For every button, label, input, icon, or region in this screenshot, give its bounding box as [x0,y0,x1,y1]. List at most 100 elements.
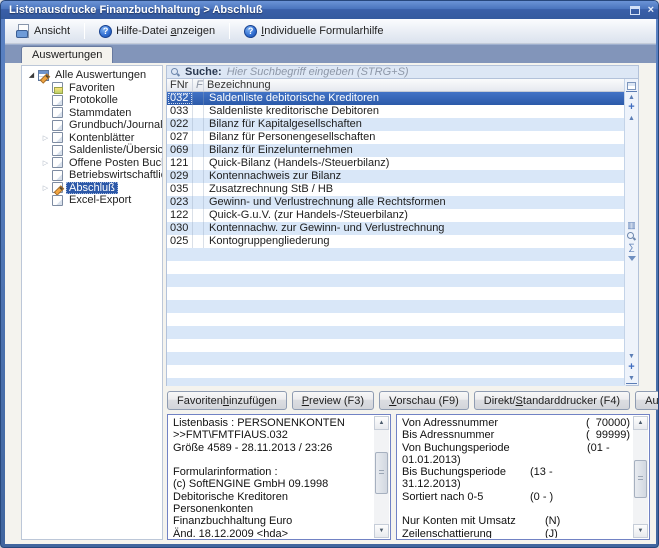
scroll-thumb[interactable] [375,452,388,494]
append-row-icon[interactable] [626,362,637,373]
table-row[interactable]: 122Quick-G.u.V. (zur Handels-/Steuerbila… [167,209,626,222]
toolbar-separator [84,23,85,39]
table-row[interactable]: 030Kontennachw. zur Gewinn- und Verlustr… [167,222,626,235]
sidebar-item-stammdaten[interactable]: Stammdaten [22,107,162,120]
auswertung-drucken-button[interactable]: Auswertung drucken [635,391,659,410]
form-info-text: Listenbasis : PERSONENKONTEN >>FMT\FMTFI… [173,417,373,538]
view-icon [16,24,30,38]
column-header-f[interactable]: F [193,79,204,91]
grid-scroll-strip [624,79,638,385]
help-icon [99,25,112,38]
sidebar-item-saldenliste-uebersicht[interactable]: Saldenliste/Übersicht [22,144,162,157]
restore-icon[interactable] [630,6,640,15]
document-edit-icon [52,182,63,193]
report-options-text: Von Adressnummer( 70000) Bis Adressnumme… [402,417,632,538]
table-row[interactable]: 035Zusatzrechnung StB / HB [167,183,626,196]
scroll-last-icon[interactable] [626,373,637,384]
column-header-fnr[interactable]: FNr [167,79,193,91]
expander-icon[interactable] [40,159,51,167]
main-area: Suche: Hier Suchbegriff eingeben (STRG+S… [166,65,650,540]
table-row[interactable]: 023Gewinn- und Verlustrechnung alle Rech… [167,196,626,209]
search-input[interactable]: Hier Suchbegriff eingeben (STRG+S) [227,66,409,78]
table-row[interactable]: 033Saldenliste kreditorische Debitoren [167,105,626,118]
add-row-icon[interactable] [626,102,637,113]
table-row[interactable]: 121Quick-Bilanz (Handels-/Steuerbilanz) [167,157,626,170]
document-icon [52,170,63,181]
scroll-down-icon[interactable] [374,524,389,538]
document-icon [52,120,63,131]
document-icon [52,145,63,156]
page-up-icon[interactable] [626,113,637,124]
app-window: Listenausdrucke Finanzbuchhaltung > Absc… [0,0,659,548]
ansicht-label: Ansicht [34,25,70,37]
sum-icon[interactable] [626,242,637,253]
empty-rows-area [167,248,626,386]
table-body: 032Saldenliste debitorische Kreditoren 0… [167,92,626,248]
scroll-up-icon[interactable] [633,416,648,430]
favorites-icon [52,82,63,93]
sidebar-tree: Alle Auswertungen Favoriten Protokolle S… [21,65,163,540]
search-icon [171,68,180,77]
window-controls [630,6,654,15]
table-header: FNr F Bezeichnung [167,79,626,92]
report-table: FNr F Bezeichnung 032Saldenliste debitor… [166,79,639,386]
document-icon [52,132,63,143]
toolbar: Ansicht Hilfe-Datei anzeigen Individuell… [5,19,656,44]
titlebar: Listenausdrucke Finanzbuchhaltung > Absc… [1,1,659,19]
favoriten-hinzufuegen-button[interactable]: Favoriten hinzufügen [167,391,287,410]
action-button-row: Favoriten hinzufügen Preview (F3) Vorsch… [167,391,659,410]
sidebar-item-offene-posten-buchhaltung[interactable]: Offene Posten Buchhaltung [22,157,162,170]
form-info-panel: Listenbasis : PERSONENKONTEN >>FMT\FMTFI… [167,414,391,540]
preview-button[interactable]: Preview (F3) [292,391,374,410]
tab-label: Auswertungen [32,49,102,61]
table-row[interactable]: 069Bilanz für Einzelunternehmen [167,144,626,157]
sidebar-item-grundbuch-journale[interactable]: Grundbuch/Journale [22,119,162,132]
hilfe-datei-anzeigen-button[interactable]: Hilfe-Datei anzeigen [92,22,222,41]
table-row[interactable]: 022Bilanz für Kapitalgesellschaften [167,118,626,131]
filter-icon[interactable] [626,253,637,264]
sidebar-item-protokolle[interactable]: Protokolle [22,94,162,107]
scrollbar [374,416,389,538]
table-row[interactable]: 027Bilanz für Personengesellschaften [167,131,626,144]
sidebar-item-kontenblaetter[interactable]: Kontenblätter [22,132,162,145]
vorschau-button[interactable]: Vorschau (F9) [379,391,469,410]
sidebar-item-excel-export[interactable]: Excel-Export [22,194,162,207]
help-icon [244,25,257,38]
search-label: Suche: [185,66,222,78]
tab-strip: Auswertungen [5,44,656,63]
document-icon [52,107,63,118]
direkt-standarddrucker-button[interactable]: Direkt/Standarddrucker (F4) [474,391,630,410]
individuelle-formularhilfe-button[interactable]: Individuelle Formularhilfe [237,22,390,41]
ansicht-button[interactable]: Ansicht [9,21,77,41]
select-all-icon[interactable] [627,82,636,90]
expander-icon[interactable] [26,71,37,79]
table-row[interactable]: 032Saldenliste debitorische Kreditoren [167,92,626,105]
search-rows-icon[interactable] [626,231,637,242]
expander-icon[interactable] [40,184,51,192]
document-icon [52,157,63,168]
sidebar-item-abschluss[interactable]: Abschluß [22,182,162,195]
report-options-panel: Von Adressnummer( 70000) Bis Adressnumme… [396,414,650,540]
formularhilfe-label: Individuelle Formularhilfe [261,25,383,37]
report-root-icon [38,70,49,81]
close-icon[interactable] [648,6,654,15]
columns-icon[interactable] [626,220,637,231]
scroll-thumb[interactable] [634,460,647,498]
table-row[interactable]: 025Kontogruppengliederung [167,235,626,248]
column-header-bezeichnung[interactable]: Bezeichnung [204,79,626,91]
table-row[interactable]: 029Kontennachweis zur Bilanz [167,170,626,183]
scrollbar [633,416,648,538]
document-icon [52,195,63,206]
search-bar[interactable]: Suche: Hier Suchbegriff eingeben (STRG+S… [166,65,639,79]
toolbar-separator [229,23,230,39]
document-icon [52,95,63,106]
sidebar-item-alle-auswertungen[interactable]: Alle Auswertungen [22,69,162,82]
scroll-down-icon[interactable] [633,524,648,538]
expander-icon[interactable] [40,134,51,142]
window-title: Listenausdrucke Finanzbuchhaltung > Absc… [9,4,630,16]
scroll-up-icon[interactable] [374,416,389,430]
hilfe-datei-label: Hilfe-Datei anzeigen [116,25,215,37]
sidebar-item-betriebswirtschaftliche-auswertungen[interactable]: Betriebswirtschaftliche Auswertungen [22,169,162,182]
tab-auswertungen[interactable]: Auswertungen [21,46,113,63]
content-area: Alle Auswertungen Favoriten Protokolle S… [5,63,656,544]
